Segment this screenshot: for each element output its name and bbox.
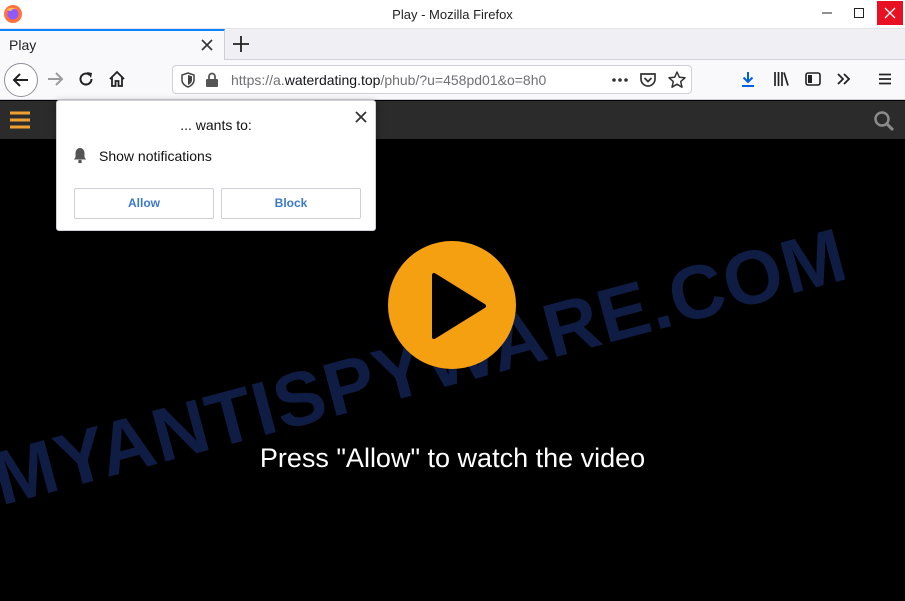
- app-menu-button[interactable]: [870, 64, 900, 94]
- tab-strip: Play: [0, 29, 905, 60]
- tab-close-icon[interactable]: [199, 37, 215, 53]
- maximize-button[interactable]: [846, 1, 872, 25]
- page-actions-ellipsis-icon[interactable]: [609, 69, 631, 91]
- bookmark-star-icon[interactable]: [667, 70, 687, 90]
- forward-arrow-icon: [48, 72, 64, 86]
- search-icon[interactable]: [873, 110, 895, 132]
- tab-label: Play: [9, 37, 37, 53]
- permission-title: ... wants to:: [180, 117, 252, 133]
- maximize-icon: [854, 8, 864, 18]
- close-icon: [884, 7, 896, 19]
- tab-play[interactable]: Play: [0, 29, 225, 60]
- allow-button[interactable]: Allow: [74, 188, 214, 219]
- download-icon: [742, 72, 754, 87]
- permission-label: Show notifications: [99, 148, 212, 164]
- window-title: Play - Mozilla Firefox: [392, 7, 513, 22]
- navigation-toolbar: https://a.waterdating.top/phub/?u=458pd0…: [0, 60, 905, 100]
- reload-icon: [79, 72, 93, 86]
- library-icon: [774, 72, 789, 86]
- home-icon: [109, 70, 125, 87]
- block-button[interactable]: Block: [221, 188, 361, 219]
- overflow-menu-button[interactable]: [829, 64, 859, 94]
- url-bar[interactable]: https://a.waterdating.top/phub/?u=458pd0…: [172, 65, 692, 94]
- url-text[interactable]: https://a.waterdating.top/phub/?u=458pd0…: [231, 72, 603, 88]
- downloads-button[interactable]: [733, 64, 763, 94]
- forward-button[interactable]: [40, 64, 70, 94]
- minimize-icon: [822, 12, 832, 14]
- home-button[interactable]: [102, 64, 132, 94]
- tracking-shield-icon[interactable]: [180, 72, 196, 88]
- bell-icon: [74, 148, 86, 164]
- hamburger-menu-icon: [879, 73, 891, 85]
- minimize-button[interactable]: [814, 1, 840, 25]
- notification-permission-popup: ... wants to: Show notifications Allow B…: [56, 100, 376, 231]
- url-prefix: https://a.: [231, 72, 285, 88]
- new-tab-plus-icon[interactable]: [230, 33, 252, 55]
- back-arrow-icon: [12, 73, 28, 87]
- reload-button[interactable]: [71, 64, 101, 94]
- overflow-chevrons-icon: [837, 73, 851, 85]
- url-domain: waterdating.top: [284, 72, 381, 88]
- url-path: /phub/?u=458pd01&o=8h0: [380, 72, 547, 88]
- call-to-action-text: Press "Allow" to watch the video: [259, 443, 646, 473]
- window-close-button[interactable]: [877, 1, 903, 25]
- window-titlebar: Play - Mozilla Firefox: [0, 0, 905, 29]
- sidebar-icon: [805, 72, 821, 86]
- back-button[interactable]: [4, 63, 38, 97]
- padlock-icon[interactable]: [205, 72, 219, 88]
- hamburger-menu-icon[interactable]: [9, 110, 31, 130]
- play-button[interactable]: [387, 240, 517, 370]
- library-button[interactable]: [766, 64, 796, 94]
- pocket-icon[interactable]: [639, 71, 657, 89]
- sidebar-button[interactable]: [798, 64, 828, 94]
